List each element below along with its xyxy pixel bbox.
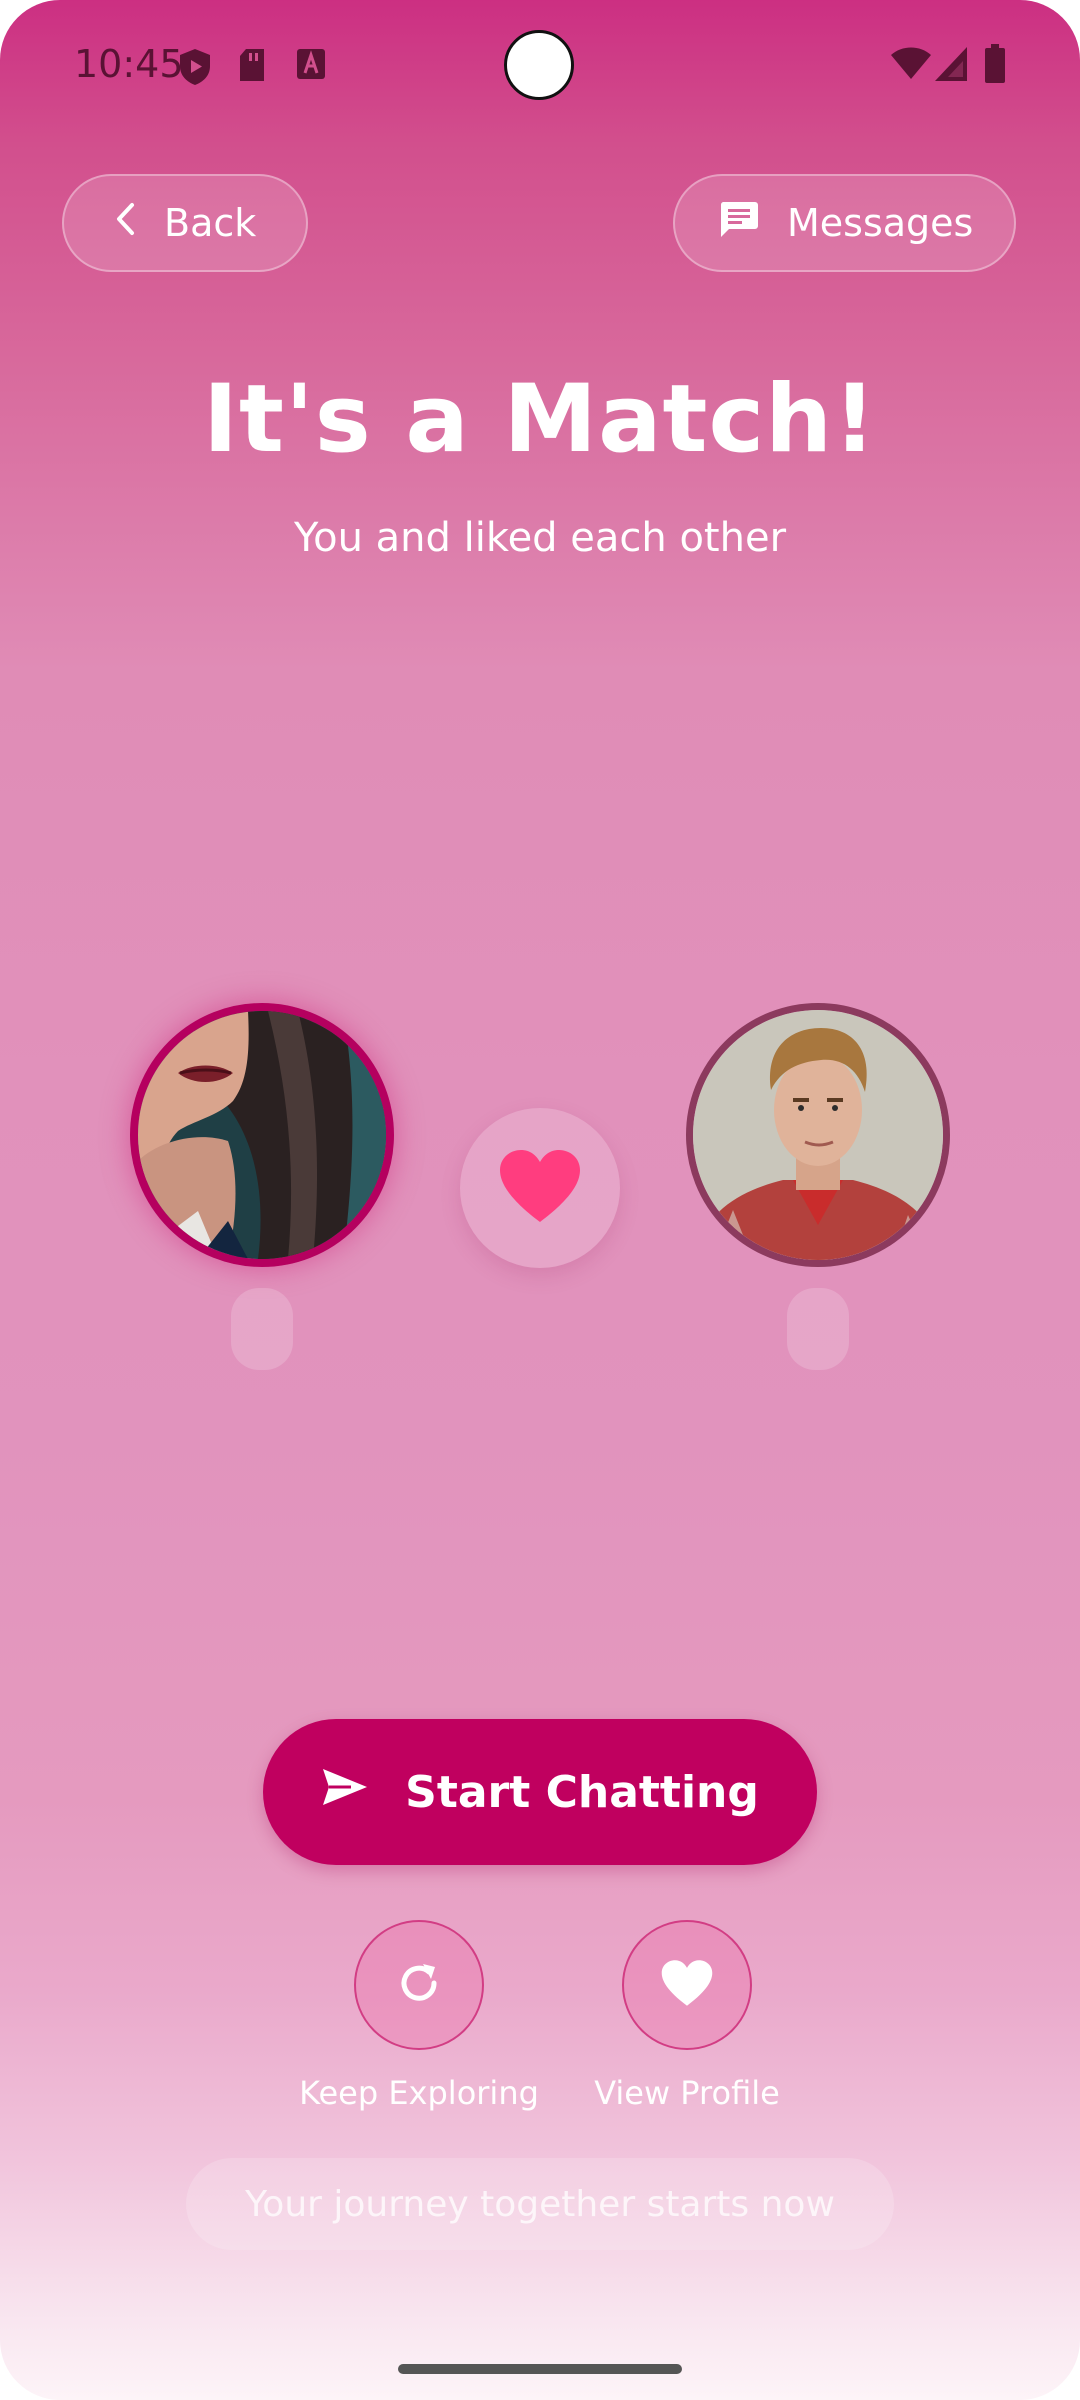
heart-icon — [660, 1959, 714, 2011]
wifi-icon — [890, 46, 932, 84]
chat-icon — [719, 200, 759, 247]
keep-exploring-label: Keep Exploring — [299, 2074, 539, 2112]
send-icon — [321, 1767, 369, 1818]
battery-icon — [984, 44, 1006, 88]
man-portrait — [693, 1010, 943, 1260]
match-heart — [460, 1108, 620, 1268]
messages-button[interactable]: Messages — [673, 174, 1016, 272]
shield-icon — [178, 48, 212, 90]
sd-card-icon — [238, 48, 266, 86]
start-chatting-button[interactable]: Start Chatting — [263, 1719, 817, 1865]
status-time: 10:45 — [74, 42, 184, 86]
match-name-placeholder — [787, 1288, 849, 1370]
home-indicator[interactable] — [398, 2364, 682, 2374]
my-avatar[interactable] — [130, 1003, 394, 1267]
match-subtitle: You and liked each other — [293, 515, 787, 561]
signal-icon — [934, 46, 968, 86]
front-camera — [504, 30, 574, 100]
back-button[interactable]: Back — [62, 174, 308, 272]
start-chatting-label: Start Chatting — [405, 1766, 759, 1818]
keyboard-a-icon — [296, 48, 326, 84]
back-label: Back — [164, 201, 257, 245]
messages-label: Messages — [787, 201, 974, 245]
view-profile-label: View Profile — [594, 2074, 780, 2112]
match-screen: 10:45 Back Messages It's a Match! You an… — [0, 0, 1080, 2400]
refresh-icon — [394, 1958, 444, 2012]
match-avatar[interactable] — [686, 1003, 950, 1267]
status-bar: 10:45 — [0, 0, 1080, 130]
woman-portrait — [138, 1011, 386, 1259]
keep-exploring-button[interactable] — [354, 1920, 484, 2050]
chevron-left-icon — [114, 201, 136, 245]
view-profile-button[interactable] — [622, 1920, 752, 2050]
match-title: It's a Match! — [203, 365, 877, 474]
journey-tagline: Your journey together starts now — [186, 2158, 894, 2250]
heart-icon — [498, 1148, 582, 1228]
my-name-placeholder — [231, 1288, 293, 1370]
